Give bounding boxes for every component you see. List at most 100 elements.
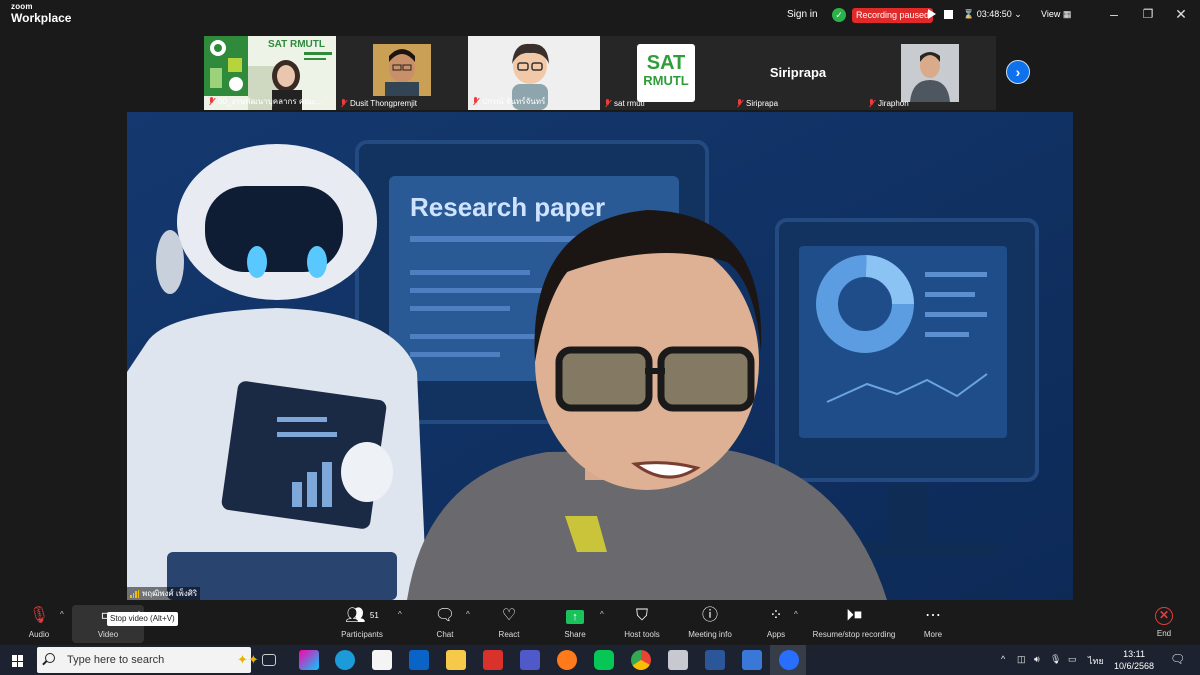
participant-display-name: Siriprapa [769,65,827,80]
apps-options-caret[interactable]: ^ [794,610,798,619]
participant-tile[interactable]: Dusit Thongpremjit [336,36,468,110]
outlook-icon[interactable] [409,650,429,670]
active-speaker-video: Research paper [127,112,1073,600]
chrome-icon[interactable] [631,650,651,670]
stop-recording-icon[interactable] [944,10,953,19]
timer-icon: ⌛ [963,9,975,19]
security-shield-icon[interactable]: ✓ [832,8,846,22]
line-app-icon[interactable] [594,650,614,670]
brand-bottom: Workplace [11,11,72,25]
task-view-icon[interactable] [262,654,276,666]
title-bar: zoom Workplace Sign in ✓ Recording pause… [0,0,1200,30]
input-language[interactable]: ไทย [1088,654,1104,668]
participants-count: 51 [369,611,379,620]
participant-tile[interactable]: Siriprapa Siriprapa [732,36,864,110]
audio-label: Audio [28,630,50,639]
copilot-app-icon[interactable] [299,650,319,670]
participants-options-caret[interactable]: ^ [398,610,402,619]
resume-recording-icon[interactable] [928,9,936,19]
mic-muted-icon [868,99,875,108]
word-icon[interactable] [705,650,725,670]
audio-options-caret[interactable]: ^ [60,610,64,619]
file-explorer-icon[interactable] [446,650,466,670]
mic-muted-icon [208,97,215,106]
timer-value: 03:48:50 [976,9,1012,19]
share-screen-icon: ↑ [561,605,589,627]
meeting-info-button[interactable]: ⓘ Meeting info [682,605,738,639]
apps-button[interactable]: ⁘ Apps [763,605,789,639]
mic-muted-icon [736,99,743,108]
app-icon[interactable] [742,650,762,670]
apps-icon: ⁘ [769,607,783,624]
meeting-info-label: Meeting info [688,630,732,639]
notifications-icon[interactable]: 🗨︎ [1170,652,1185,666]
share-button[interactable]: ↑ Share [561,605,589,639]
clock-date: 10/6/2568 [1114,661,1155,671]
participant-tile[interactable]: ปกรณ์ จันทร์จันทร์ [468,36,600,110]
audio-button[interactable]: 🎙︎ Audio [24,605,54,639]
edge-browser-icon[interactable] [335,650,355,670]
speaker-name-label: พฤฒิพงศ์ เพ็งศิริ [127,587,201,600]
view-label: View [1041,9,1061,19]
signal-strength-icon [130,589,139,598]
microphone-icon[interactable]: 🎙︎ [1050,654,1061,665]
brand-top: zoom [11,2,33,11]
mic-muted-icon: 🎙︎ [28,607,50,624]
meeting-toolbar: 🎙︎ Audio ^ ▭ Video ^ 👥︎ 51 Participants … [0,602,1200,645]
heart-icon: ♡ [501,607,517,624]
participant-name: 00_งานพัฒนาบุคลากร คณะ... [208,95,323,108]
taskbar-clock[interactable]: 13:11 10/6/2568 [1114,648,1154,672]
video-label: Video [97,630,119,639]
copilot-sparkle-icon: ✦✦ [237,652,259,667]
apps-label: Apps [766,630,786,639]
participant-name: sat rmutl [604,99,645,108]
view-button[interactable]: View ▦ [1041,9,1071,20]
windows-start-icon[interactable] [12,655,24,667]
svg-text:RMUTL: RMUTL [290,39,325,50]
record-button[interactable]: ⏵⏹ Resume/stop recording [806,605,902,639]
participant-strip: SAT RMUTL 00_งานพัฒนาบุคลากร คณะ... Dusi… [204,36,996,110]
share-options-caret[interactable]: ^ [600,610,604,619]
participant-tile[interactable]: Jiraphon [864,36,996,110]
minimize-icon[interactable]: – [1106,6,1122,22]
mic-muted-icon [472,97,479,106]
end-button[interactable]: ✕ End [1152,605,1176,638]
active-app-highlight [770,645,806,675]
share-label: Share [564,630,586,639]
speaker-name: พฤฒิพงศ์ เพ็งศิริ [142,589,198,598]
chat-options-caret[interactable]: ^ [466,610,470,619]
tray-overflow-icon[interactable]: ^ [1001,654,1005,664]
participant-name: Dusit Thongpremjit [340,99,417,108]
tray-app-icon[interactable]: ◫ [1017,654,1026,665]
grid-icon: ▦ [1062,9,1072,19]
recording-status-badge: Recording paused [852,8,934,23]
mic-muted-icon [604,99,611,108]
next-page-chevron-icon[interactable]: › [1006,60,1030,84]
firefox-icon[interactable] [557,650,577,670]
participant-name: Siriprapa [736,99,778,108]
resume-stop-recording-icon: ⏵⏹ [845,607,862,624]
acrobat-icon[interactable] [483,650,503,670]
host-tools-button[interactable]: ⛉ Host tools [620,605,664,639]
participant-tile[interactable]: SAT RMUTL sat rmutl [600,36,732,110]
taskbar-search-box[interactable]: Type here to search ✦✦ [37,647,259,673]
speaker-volume-icon[interactable]: 🔊︎ [1034,654,1040,665]
restore-icon[interactable]: ❐ [1140,6,1156,22]
svg-text:SAT: SAT [268,39,287,50]
more-button[interactable]: ⋯ More [920,605,946,639]
chevron-down-icon[interactable]: ⌄ [1014,9,1022,19]
chat-button[interactable]: 🗨︎ Chat [432,605,458,639]
participant-tile[interactable]: SAT RMUTL 00_งานพัฒนาบุคลากร คณะ... [204,36,336,110]
close-icon[interactable]: ✕ [1173,6,1189,22]
app-icon[interactable] [668,650,688,670]
end-label: End [1156,629,1172,638]
teams-icon[interactable] [520,650,540,670]
participants-button[interactable]: 👥︎ 51 Participants [337,605,387,639]
chat-icon: 🗨︎ [434,607,456,624]
network-icon[interactable]: ▭ [1068,654,1077,665]
sign-in-link[interactable]: Sign in [787,9,818,20]
participants-label: Participants [341,630,383,639]
end-meeting-icon: ✕ [1155,607,1173,625]
react-button[interactable]: ♡ React [495,605,523,639]
microsoft-store-icon[interactable] [372,650,392,670]
